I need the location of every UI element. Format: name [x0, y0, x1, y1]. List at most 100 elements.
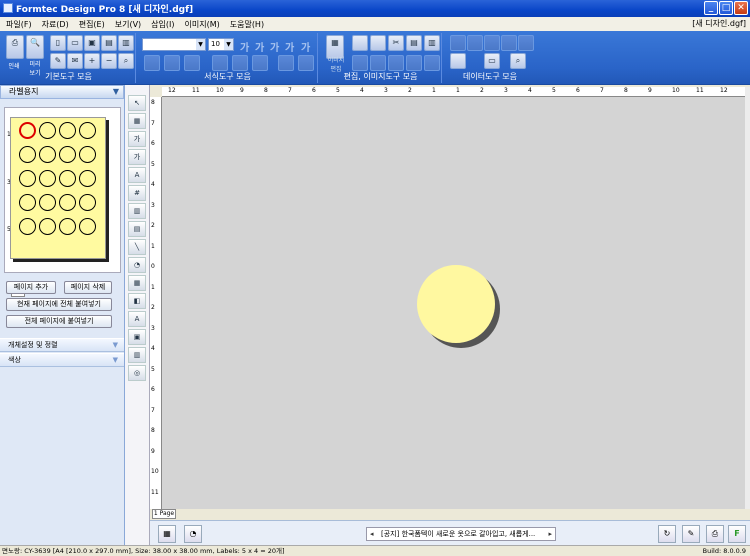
data-button-1[interactable]: [450, 35, 466, 51]
export-button[interactable]: ▥: [118, 35, 134, 51]
refresh-button[interactable]: ↻: [658, 525, 676, 543]
canvas-page-tab[interactable]: 1 Page: [152, 509, 176, 519]
delete-button[interactable]: ▥: [424, 35, 440, 51]
flip-h-button[interactable]: [406, 55, 422, 71]
new-doc-button[interactable]: ▯: [50, 35, 66, 51]
align-right-button[interactable]: [184, 55, 200, 71]
menu-file[interactable]: 파일(F): [6, 19, 32, 30]
copy-format-button[interactable]: [352, 35, 368, 51]
label-cell[interactable]: [79, 170, 96, 187]
italic-button[interactable]: 가: [255, 39, 264, 54]
menu-image[interactable]: 이미지(M): [185, 19, 220, 30]
rotate-left-button[interactable]: [352, 55, 368, 71]
paste-all-current-page-button[interactable]: 현재 페이지에 전체 붙여넣기: [6, 298, 112, 311]
mail-button[interactable]: ✉: [67, 53, 83, 69]
print-button[interactable]: ⎙: [6, 35, 24, 59]
label-cell[interactable]: [19, 146, 36, 163]
duplicate-button[interactable]: [370, 35, 386, 51]
shadow-button[interactable]: 가: [285, 39, 294, 54]
grid-button[interactable]: ▦: [158, 525, 176, 543]
paste-button[interactable]: ▤: [406, 35, 422, 51]
label-cell[interactable]: [39, 146, 56, 163]
serial-number-tool[interactable]: #: [128, 185, 146, 201]
menu-help[interactable]: 도움말(H): [230, 19, 264, 30]
gradient-tool[interactable]: ◧: [128, 293, 146, 309]
menu-insert[interactable]: 삽입(I): [151, 19, 174, 30]
close-button[interactable]: ✕: [734, 1, 748, 15]
notice-ticker[interactable]: ◂ [공지] 한국폼텍이 새로운 옷으로 갈아입고, 새롭게... ▸: [366, 527, 556, 541]
distribute-v-button[interactable]: [298, 55, 314, 71]
text-box-tool[interactable]: 가: [128, 149, 146, 165]
paste-all-pages-button[interactable]: 전체 페이지에 붙여넣기: [6, 315, 112, 328]
label-cell[interactable]: [79, 146, 96, 163]
data-search-button[interactable]: ⌕: [510, 53, 526, 69]
outline-button[interactable]: 가: [301, 39, 310, 54]
label-cell[interactable]: [19, 194, 36, 211]
image-tool[interactable]: ▦: [128, 113, 146, 129]
label-shape-circle[interactable]: [417, 265, 495, 343]
label-cell[interactable]: [19, 122, 36, 139]
label-cell[interactable]: [79, 122, 96, 139]
open-button[interactable]: ▭: [67, 35, 83, 51]
align-center-button[interactable]: [164, 55, 180, 71]
font-art-tool[interactable]: A: [128, 311, 146, 327]
label-cell[interactable]: [19, 170, 36, 187]
chart-tool[interactable]: ▥: [128, 347, 146, 363]
data-import-button[interactable]: [450, 53, 466, 69]
vertical-text-tool[interactable]: A: [128, 167, 146, 183]
vertical-scrollbar[interactable]: [745, 87, 750, 509]
align-top-button[interactable]: [212, 55, 228, 71]
data-button-2[interactable]: [467, 35, 483, 51]
label-cell[interactable]: [59, 146, 76, 163]
data-button-5[interactable]: [518, 35, 534, 51]
label-cell[interactable]: [59, 218, 76, 235]
label-cell[interactable]: [59, 170, 76, 187]
menu-view[interactable]: 보기(V): [115, 19, 141, 30]
select-tool[interactable]: ↖: [128, 95, 146, 111]
flip-v-button[interactable]: [424, 55, 440, 71]
delete-page-button[interactable]: 페이지 삭제: [64, 281, 112, 294]
font-name-select[interactable]: ▼: [142, 38, 206, 51]
barcode-tool[interactable]: ▥: [128, 203, 146, 219]
barcode2-tool[interactable]: ▤: [128, 221, 146, 237]
label-cell[interactable]: [59, 194, 76, 211]
label-view-button[interactable]: ◔: [184, 525, 202, 543]
underline-button[interactable]: 가: [270, 39, 279, 54]
text-tool[interactable]: 가: [128, 131, 146, 147]
zoom-in-button[interactable]: +: [84, 53, 100, 69]
stamp-tool[interactable]: ◎: [128, 365, 146, 381]
shape-tool[interactable]: ◔: [128, 257, 146, 273]
clipart-tool[interactable]: ▣: [128, 329, 146, 345]
label-cell[interactable]: [79, 194, 96, 211]
label-cell[interactable]: [39, 194, 56, 211]
label-cell[interactable]: [59, 122, 76, 139]
chevron-left-icon[interactable]: ◂: [370, 528, 374, 540]
data-button-4[interactable]: [501, 35, 517, 51]
edit-button[interactable]: ✎: [50, 53, 66, 69]
minimize-button[interactable]: _: [704, 1, 718, 15]
label-paper-header[interactable]: 라벨용지 ▼: [0, 85, 124, 99]
formtec-button[interactable]: F: [728, 525, 746, 543]
zoom-fit-button[interactable]: ⌕: [118, 53, 134, 69]
undo-button[interactable]: [388, 55, 404, 71]
data-folder-button[interactable]: ▭: [484, 53, 500, 69]
align-left-button[interactable]: [144, 55, 160, 71]
label-cell[interactable]: [39, 218, 56, 235]
menu-edit[interactable]: 편집(E): [79, 19, 105, 30]
label-cell[interactable]: [19, 218, 36, 235]
rotate-right-button[interactable]: [370, 55, 386, 71]
label-sheet[interactable]: [10, 117, 106, 259]
align-middle-button[interactable]: [232, 55, 248, 71]
distribute-h-button[interactable]: [278, 55, 294, 71]
color-section[interactable]: 색상 ▼: [0, 353, 124, 367]
maximize-button[interactable]: □: [719, 1, 733, 15]
data-button-3[interactable]: [484, 35, 500, 51]
object-settings-section[interactable]: 개체설정 및 정렬 ▼: [0, 338, 124, 352]
add-page-button[interactable]: 페이지 추가: [6, 281, 56, 294]
save-button[interactable]: ▣: [84, 35, 100, 51]
design-canvas[interactable]: [162, 97, 745, 509]
save-as-button[interactable]: ▤: [101, 35, 117, 51]
printer-setup-button[interactable]: ⎙: [706, 525, 724, 543]
cut-button[interactable]: ✂: [388, 35, 404, 51]
bold-button[interactable]: 가: [240, 39, 249, 54]
